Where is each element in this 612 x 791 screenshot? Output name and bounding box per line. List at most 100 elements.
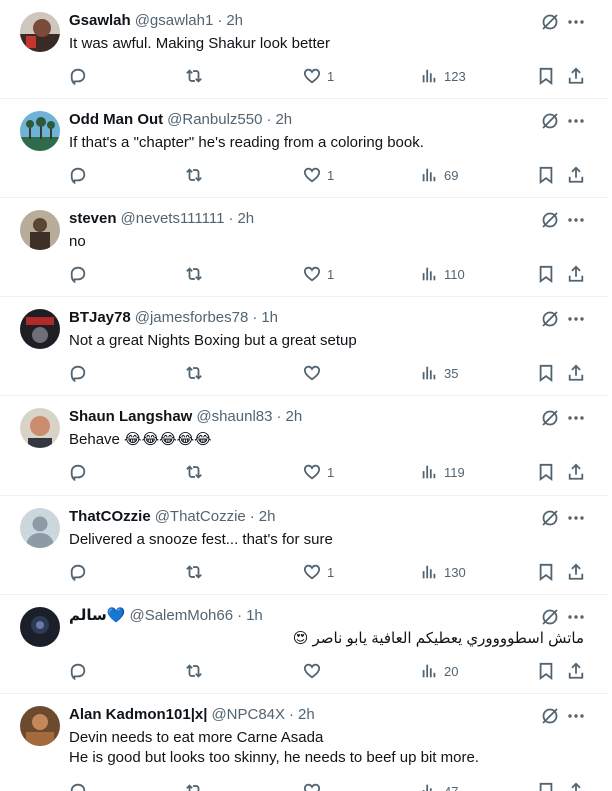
share-button[interactable] <box>567 781 585 791</box>
retweet-button[interactable] <box>185 264 203 284</box>
bookmark-button[interactable] <box>537 66 555 86</box>
reply-button[interactable] <box>69 781 87 791</box>
views-button[interactable]: 123 <box>420 66 466 86</box>
tweet[interactable]: Shaun Langshaw @shaunl83 · 2h Behave 😂😂😂… <box>0 396 608 496</box>
user-handle[interactable]: @ThatCozzie <box>155 507 246 527</box>
more-icon[interactable] <box>566 309 586 329</box>
avatar[interactable] <box>20 408 60 448</box>
grok-icon[interactable] <box>540 12 560 32</box>
timestamp[interactable]: 2h <box>237 209 254 229</box>
more-icon[interactable] <box>566 111 586 131</box>
timestamp[interactable]: 2h <box>285 407 302 427</box>
reply-button[interactable] <box>69 363 87 383</box>
views-button[interactable]: 35 <box>420 363 458 383</box>
retweet-button[interactable] <box>185 661 203 681</box>
grok-icon[interactable] <box>540 607 560 627</box>
timestamp[interactable]: 1h <box>261 308 278 328</box>
timestamp[interactable]: 2h <box>226 11 243 31</box>
user-handle[interactable]: @shaunl83 <box>196 407 272 427</box>
like-button[interactable]: 1 <box>303 165 334 185</box>
display-name[interactable]: Odd Man Out <box>69 110 163 130</box>
tweet[interactable]: BTJay78 @jamesforbes78 · 1h Not a great … <box>0 297 608 396</box>
tweet[interactable]: ThatCOzzie @ThatCozzie · 2h Delivered a … <box>0 496 608 595</box>
bookmark-button[interactable] <box>537 781 555 791</box>
more-icon[interactable] <box>566 706 586 726</box>
reply-button[interactable] <box>69 165 87 185</box>
like-button[interactable] <box>303 363 327 383</box>
avatar[interactable] <box>20 210 60 250</box>
timestamp[interactable]: 2h <box>275 110 292 130</box>
user-handle[interactable]: @jamesforbes78 <box>135 308 249 328</box>
views-button[interactable]: 110 <box>420 264 465 284</box>
tweet[interactable]: Gsawlah @gsawlah1 · 2h It was awful. Mak… <box>0 0 608 99</box>
share-button[interactable] <box>567 66 585 86</box>
reply-button[interactable] <box>69 66 87 86</box>
share-button[interactable] <box>567 165 585 185</box>
like-button[interactable]: 1 <box>303 264 334 284</box>
more-icon[interactable] <box>566 508 586 528</box>
more-icon[interactable] <box>566 408 586 428</box>
user-handle[interactable]: @nevets111111 <box>121 209 225 229</box>
grok-icon[interactable] <box>540 111 560 131</box>
retweet-button[interactable] <box>185 165 203 185</box>
share-button[interactable] <box>567 661 585 681</box>
bookmark-button[interactable] <box>537 562 555 582</box>
like-button[interactable] <box>303 781 327 791</box>
retweet-button[interactable] <box>185 462 203 482</box>
views-button[interactable]: 119 <box>420 462 465 482</box>
share-button[interactable] <box>567 264 585 284</box>
avatar[interactable] <box>20 12 60 52</box>
display-name[interactable]: Gsawlah <box>69 11 131 31</box>
retweet-button[interactable] <box>185 562 203 582</box>
tweet[interactable]: Odd Man Out @Ranbulz550 · 2h If that's a… <box>0 99 608 198</box>
like-button[interactable] <box>303 661 327 681</box>
avatar[interactable] <box>20 309 60 349</box>
bookmark-button[interactable] <box>537 363 555 383</box>
views-button[interactable]: 20 <box>420 661 458 681</box>
avatar[interactable] <box>20 706 60 746</box>
grok-icon[interactable] <box>540 508 560 528</box>
grok-icon[interactable] <box>540 408 560 428</box>
display-name[interactable]: سالم💙 <box>69 606 125 626</box>
display-name[interactable]: steven <box>69 209 117 229</box>
avatar[interactable] <box>20 607 60 647</box>
more-icon[interactable] <box>566 607 586 627</box>
grok-icon[interactable] <box>540 309 560 329</box>
retweet-button[interactable] <box>185 66 203 86</box>
grok-icon[interactable] <box>540 210 560 230</box>
views-button[interactable]: 47 <box>420 781 458 791</box>
bookmark-button[interactable] <box>537 661 555 681</box>
user-handle[interactable]: @NPC84X <box>211 705 285 725</box>
share-button[interactable] <box>567 363 585 383</box>
display-name[interactable]: Shaun Langshaw <box>69 407 192 427</box>
user-handle[interactable]: @SalemMoh66 <box>129 606 233 626</box>
display-name[interactable]: BTJay78 <box>69 308 131 328</box>
timestamp[interactable]: 2h <box>298 705 315 725</box>
bookmark-button[interactable] <box>537 264 555 284</box>
tweet[interactable]: سالم💙 @SalemMoh66 · 1h ماتش اسطووووري يع… <box>0 595 608 694</box>
reply-button[interactable] <box>69 462 87 482</box>
reply-button[interactable] <box>69 562 87 582</box>
bookmark-button[interactable] <box>537 462 555 482</box>
user-handle[interactable]: @Ranbulz550 <box>167 110 262 130</box>
views-button[interactable]: 69 <box>420 165 458 185</box>
like-button[interactable]: 1 <box>303 462 334 482</box>
grok-icon[interactable] <box>540 706 560 726</box>
tweet[interactable]: Alan Kadmon101|x| @NPC84X · 2h Devin nee… <box>0 694 608 791</box>
reply-button[interactable] <box>69 264 87 284</box>
display-name[interactable]: Alan Kadmon101|x| <box>69 705 207 725</box>
like-button[interactable]: 1 <box>303 562 334 582</box>
avatar[interactable] <box>20 508 60 548</box>
bookmark-button[interactable] <box>537 165 555 185</box>
views-button[interactable]: 130 <box>420 562 466 582</box>
display-name[interactable]: ThatCOzzie <box>69 507 151 527</box>
share-button[interactable] <box>567 462 585 482</box>
more-icon[interactable] <box>566 12 586 32</box>
retweet-button[interactable] <box>185 363 203 383</box>
avatar[interactable] <box>20 111 60 151</box>
timestamp[interactable]: 1h <box>246 606 263 626</box>
reply-button[interactable] <box>69 661 87 681</box>
tweet[interactable]: steven @nevets111111 · 2h no 1 110 <box>0 198 608 297</box>
timestamp[interactable]: 2h <box>259 507 276 527</box>
more-icon[interactable] <box>566 210 586 230</box>
